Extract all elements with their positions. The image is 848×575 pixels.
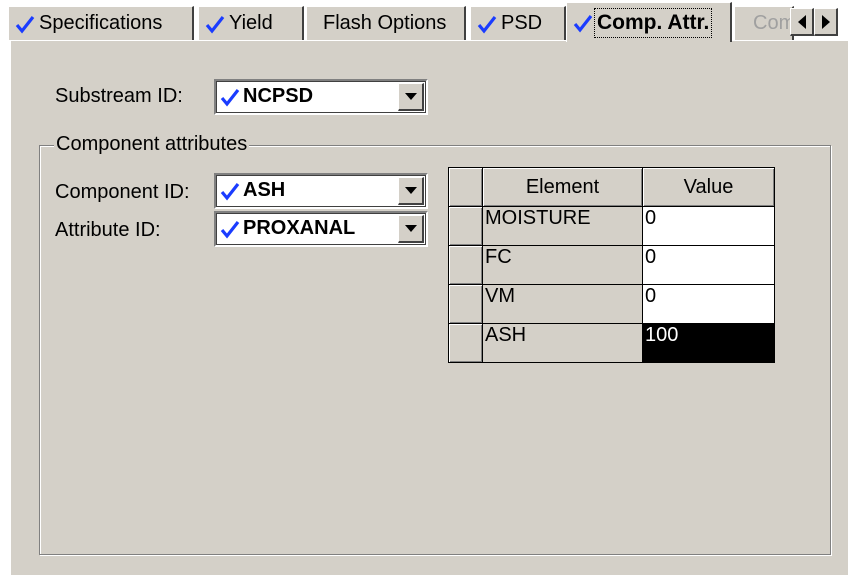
table-row: FC 0: [448, 245, 775, 285]
table-row: VM 0: [448, 284, 775, 324]
tab-scroll-buttons: [790, 8, 838, 36]
tab-label: Yield: [229, 12, 273, 34]
value-cell[interactable]: 0: [642, 284, 775, 324]
tab-flash-options[interactable]: Flash Options: [306, 6, 466, 40]
scroll-left-button[interactable]: [790, 8, 814, 36]
row-header[interactable]: [448, 323, 483, 363]
scroll-right-button[interactable]: [814, 8, 838, 36]
attribute-id-value: PROXANAL: [243, 217, 356, 239]
group-title: Component attributes: [54, 133, 250, 156]
tab-panel: Substream ID: NCPSD Component attributes…: [10, 40, 848, 575]
row-header[interactable]: [448, 284, 483, 324]
value-cell-selected[interactable]: 100: [642, 323, 775, 363]
attribute-id-label: Attribute ID:: [55, 219, 161, 241]
element-cell: FC: [482, 245, 643, 285]
element-cell: MOISTURE: [482, 206, 643, 246]
table-row: MOISTURE 0: [448, 206, 775, 246]
element-cell: ASH: [482, 323, 643, 363]
checkmark-icon: [220, 88, 240, 107]
column-header-value[interactable]: Value: [642, 167, 775, 207]
tab-specifications[interactable]: Specifications: [8, 6, 194, 40]
dropdown-button[interactable]: [398, 177, 424, 205]
chevron-down-icon: [404, 187, 417, 194]
tab-comp-partial[interactable]: Com: [734, 6, 794, 40]
row-header[interactable]: [448, 206, 483, 246]
dropdown-button[interactable]: [398, 215, 424, 243]
arrow-left-icon: [797, 14, 806, 29]
value-cell[interactable]: 0: [642, 245, 775, 285]
tab-psd[interactable]: PSD: [470, 6, 566, 40]
checkmark-icon: [15, 15, 35, 34]
checkmark-icon: [477, 15, 497, 34]
component-id-combo[interactable]: ASH: [214, 173, 428, 209]
column-header-element[interactable]: Element: [482, 167, 643, 207]
tab-label: Flash Options: [323, 12, 447, 34]
grid-header-row: Element Value: [448, 167, 775, 207]
row-header[interactable]: [448, 245, 483, 285]
arrow-right-icon: [821, 14, 830, 29]
tab-label: Comp. Attr.: [593, 7, 713, 38]
chevron-down-icon: [404, 93, 417, 100]
checkmark-icon: [573, 14, 593, 33]
value-cell[interactable]: 0: [642, 206, 775, 246]
element-cell: VM: [482, 284, 643, 324]
substream-value: NCPSD: [243, 85, 314, 107]
chevron-down-icon: [404, 225, 417, 232]
grid-corner-cell[interactable]: [448, 167, 483, 207]
component-id-label: Component ID:: [55, 181, 190, 203]
tab-strip: Specifications Yield Flash Options PSD C…: [0, 0, 848, 42]
tab-label: Specifications: [39, 12, 163, 34]
component-id-value: ASH: [243, 179, 286, 201]
checkmark-icon: [220, 182, 240, 201]
table-row: ASH 100: [448, 323, 775, 363]
substream-combo[interactable]: NCPSD: [214, 79, 428, 115]
attribute-values-grid: Element Value MOISTURE 0 FC 0 VM 0 ASH 1…: [448, 167, 775, 363]
tab-label: PSD: [501, 12, 543, 34]
tab-comp-attr[interactable]: Comp. Attr.: [566, 2, 732, 42]
tab-yield[interactable]: Yield: [198, 6, 304, 40]
dropdown-button[interactable]: [398, 83, 424, 111]
substream-label: Substream ID:: [55, 85, 183, 107]
tab-label: Com: [753, 12, 794, 34]
checkmark-icon: [220, 220, 240, 239]
attribute-id-combo[interactable]: PROXANAL: [214, 211, 428, 247]
checkmark-icon: [205, 15, 225, 34]
